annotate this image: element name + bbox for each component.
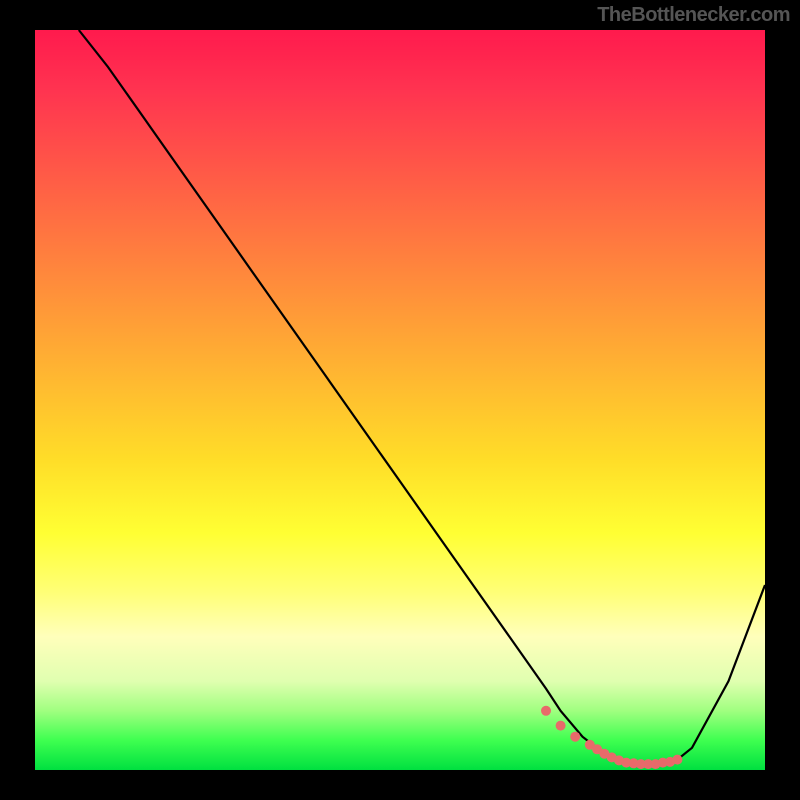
- attribution-text: TheBottlenecker.com: [597, 4, 790, 27]
- highlight-dots: [541, 706, 682, 769]
- highlight-dot: [672, 755, 682, 765]
- highlight-dot: [541, 706, 551, 716]
- highlight-dot: [556, 721, 566, 731]
- bottleneck-curve: [79, 30, 765, 764]
- highlight-dot: [570, 732, 580, 742]
- chart-frame: [35, 30, 765, 770]
- chart-svg: [35, 30, 765, 770]
